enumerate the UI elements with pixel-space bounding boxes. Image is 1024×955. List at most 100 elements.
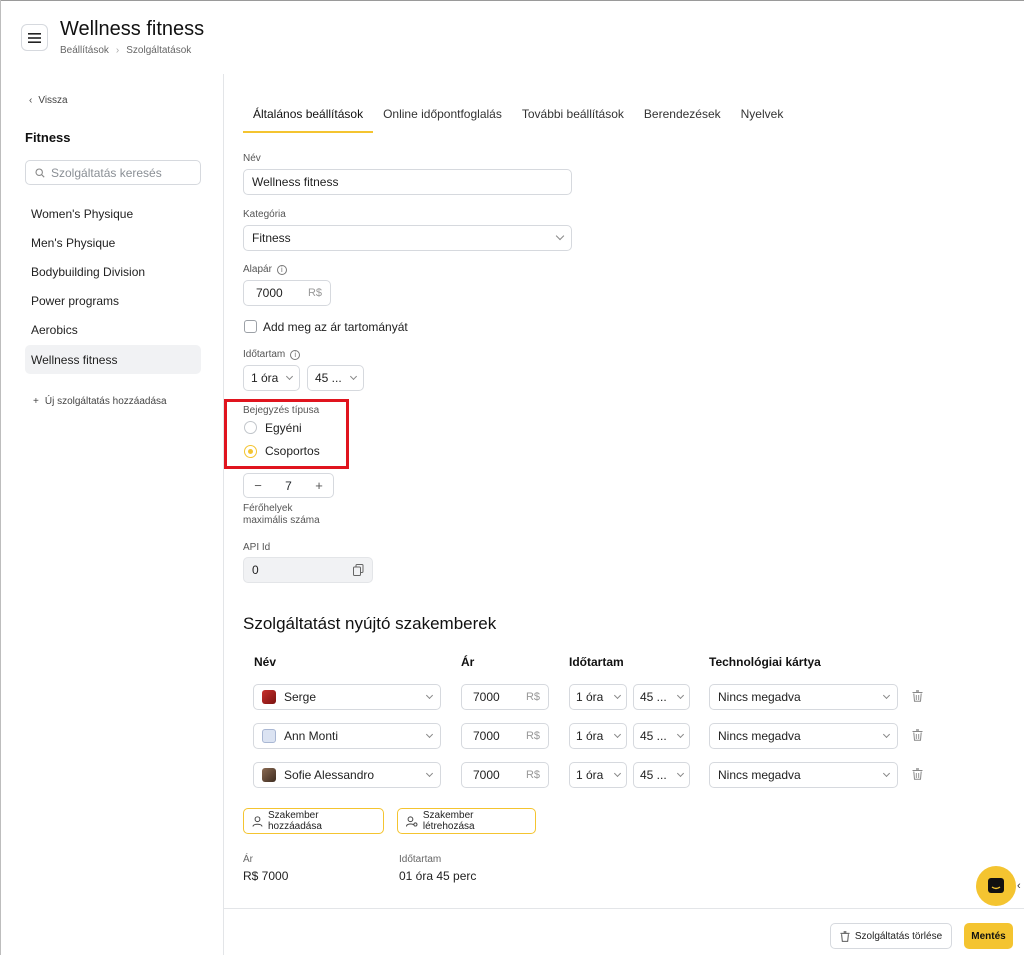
sidebar-item-bodybuilding[interactable]: Bodybuilding Division (25, 257, 201, 286)
price-range-label: Add meg az ár tartományát (263, 320, 408, 334)
info-icon[interactable]: i (276, 264, 287, 275)
capacity-stepper[interactable]: − 7 + (243, 473, 334, 498)
tech-card-select[interactable]: Nincs megadva (709, 684, 898, 710)
chevron-down-icon (555, 231, 565, 241)
trash-icon[interactable] (912, 729, 923, 741)
summary-price-value: R$ 7000 (243, 869, 289, 883)
chevron-left-icon: ‹ (29, 95, 33, 106)
specialist-minutes-select[interactable]: 45 ... (633, 723, 690, 749)
duration-minutes-select[interactable]: 45 ... (307, 365, 364, 391)
chevron-down-icon (425, 769, 434, 777)
sidebar-item-mens-physique[interactable]: Men's Physique (25, 228, 201, 257)
breadcrumb-settings[interactable]: Beállítások (60, 45, 109, 56)
chevron-down-icon (676, 730, 685, 738)
specialist-hours: 1 óra (576, 729, 604, 743)
column-header-duration: Időtartam (569, 655, 624, 669)
specialist-name: Sofie Alessandro (284, 768, 375, 782)
add-specialist-button[interactable]: Szakember hozzáadása (243, 808, 384, 834)
specialist-minutes-select[interactable]: 45 ... (633, 762, 690, 788)
create-specialist-label: Szakember létrehozása (422, 810, 475, 832)
back-link[interactable]: ‹ Vissza (29, 95, 68, 106)
specialist-select[interactable]: Ann Monti (253, 723, 441, 749)
tech-card-select[interactable]: Nincs megadva (709, 723, 898, 749)
chevron-down-icon (613, 691, 622, 699)
trash-icon[interactable] (912, 690, 923, 702)
tab-bar: Általános beállítások Online időpontfogl… (243, 101, 793, 133)
tab-online-booking[interactable]: Online időpontfoglalás (373, 101, 512, 133)
summary-duration-label: Időtartam (399, 854, 442, 865)
add-specialist-label: Szakember hozzáadása (267, 810, 322, 832)
breadcrumb-services[interactable]: Szolgáltatások (126, 45, 191, 56)
sidebar-item-aerobics[interactable]: Aerobics (25, 316, 201, 345)
specialist-select[interactable]: Sofie Alessandro (253, 762, 441, 788)
chevron-down-icon (882, 769, 891, 777)
tab-languages[interactable]: Nyelvek (731, 101, 794, 133)
hamburger-icon (28, 32, 41, 43)
summary-price-label: Ár (243, 854, 253, 865)
chevron-down-icon (349, 372, 358, 380)
specialist-currency: R$ (525, 691, 540, 703)
chevron-down-icon (285, 372, 294, 380)
category-value: Fitness (252, 231, 291, 245)
minus-button[interactable]: − (252, 478, 264, 493)
tech-card-value: Nincs megadva (718, 768, 801, 782)
service-search-input[interactable] (51, 165, 191, 180)
name-value: Wellness fitness (252, 175, 339, 189)
specialist-price: 7000 (473, 690, 500, 704)
sidebar-item-womens-physique[interactable]: Women's Physique (25, 199, 201, 228)
specialist-hours-select[interactable]: 1 óra (569, 723, 627, 749)
tab-more-settings[interactable]: További beállítások (512, 101, 634, 133)
chevron-left-icon[interactable]: ‹ (1017, 880, 1021, 892)
plus-icon: + (33, 396, 39, 407)
sidebar-item-power-programs[interactable]: Power programs (25, 287, 201, 316)
specialist-minutes: 45 ... (640, 768, 667, 782)
sidebar-title: Fitness (25, 130, 71, 145)
column-header-price: Ár (461, 655, 475, 669)
chevron-down-icon (425, 730, 434, 738)
chat-widget-button[interactable] (976, 866, 1016, 906)
specialist-name: Serge (284, 690, 317, 704)
specialist-hours-select[interactable]: 1 óra (569, 762, 627, 788)
price-field[interactable]: 7000 R$ (243, 280, 331, 306)
specialist-price-field[interactable]: 7000 R$ (461, 762, 549, 788)
tab-equipment[interactable]: Berendezések (634, 101, 731, 133)
save-button[interactable]: Mentés (964, 923, 1013, 949)
user-icon (252, 815, 263, 827)
specialist-price-field[interactable]: 7000 R$ (461, 723, 549, 749)
delete-service-button[interactable]: Szolgáltatás törlése (830, 923, 952, 949)
specialist-currency: R$ (525, 769, 540, 781)
duration-hours-value: 1 óra (251, 371, 279, 385)
service-search[interactable] (25, 160, 201, 185)
create-specialist-button[interactable]: Szakember létrehozása (397, 808, 536, 834)
category-select[interactable]: Fitness (243, 225, 572, 251)
specialist-minutes-select[interactable]: 45 ... (633, 684, 690, 710)
specialist-minutes: 45 ... (640, 690, 667, 704)
sidebar-item-wellness-fitness[interactable]: Wellness fitness (25, 344, 201, 375)
api-id-value: 0 (252, 563, 259, 577)
info-icon[interactable]: i (290, 349, 301, 360)
summary-duration-value: 01 óra 45 perc (399, 869, 477, 883)
specialist-select[interactable]: Serge (253, 684, 441, 710)
chevron-down-icon (613, 769, 622, 777)
price-value: 7000 (256, 286, 283, 300)
specialists-title: Szolgáltatást nyújtó szakemberek (243, 614, 497, 633)
tab-general-settings[interactable]: Általános beállítások (243, 101, 374, 133)
capacity-value: 7 (285, 478, 292, 493)
footer-divider (224, 908, 1024, 909)
specialist-hours-select[interactable]: 1 óra (569, 684, 627, 710)
specialist-price-field[interactable]: 7000 R$ (461, 684, 549, 710)
chevron-down-icon (676, 691, 685, 699)
add-service-link[interactable]: + Új szolgáltatás hozzáadása (33, 396, 167, 407)
delete-service-label: Szolgáltatás törlése (854, 930, 943, 942)
name-field[interactable]: Wellness fitness (243, 169, 572, 195)
menu-button[interactable] (21, 24, 48, 51)
highlight-annotation-box (224, 399, 349, 469)
duration-hours-select[interactable]: 1 óra (243, 365, 300, 391)
trash-icon[interactable] (912, 768, 923, 780)
tech-card-select[interactable]: Nincs megadva (709, 762, 898, 788)
chevron-down-icon (676, 769, 685, 777)
price-range-checkbox[interactable] (244, 320, 257, 333)
tech-card-value: Nincs megadva (718, 729, 801, 743)
plus-button[interactable]: + (313, 478, 325, 493)
copy-icon[interactable] (353, 564, 364, 576)
